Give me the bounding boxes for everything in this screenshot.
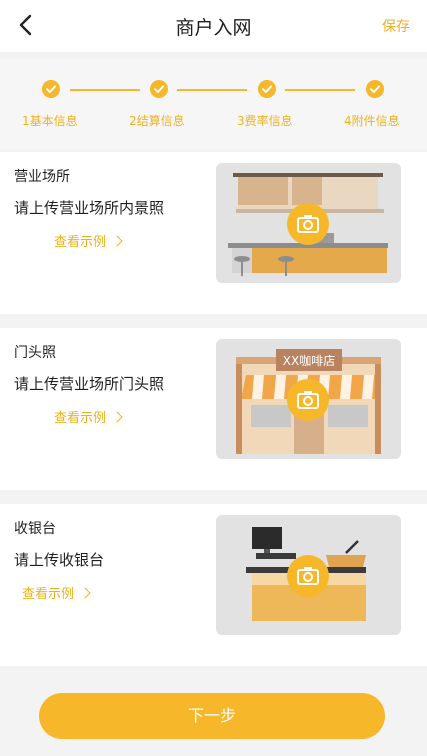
upload-card-interior: 营业场所 请上传营业场所内景照 查看示例 <box>0 152 427 314</box>
chevron-right-icon <box>111 235 123 247</box>
upload-photo-cashier[interactable] <box>216 515 401 635</box>
shop-sign-text: XX咖啡店 <box>283 353 335 368</box>
camera-icon[interactable] <box>287 203 329 245</box>
card-description: 请上传收银台 <box>14 551 105 569</box>
step-1-label: 1基本信息 <box>22 114 78 128</box>
upload-photo-interior[interactable] <box>216 163 401 283</box>
step-connector <box>177 89 247 91</box>
card-title: 营业场所 <box>14 169 70 185</box>
step-4-check-icon <box>366 80 384 98</box>
card-description: 请上传营业场所门头照 <box>14 375 165 393</box>
camera-icon[interactable] <box>287 555 329 597</box>
next-step-button[interactable]: 下一步 <box>39 693 385 739</box>
upload-card-cashier: 收银台 请上传收银台 查看示例 <box>0 504 427 666</box>
view-example-link[interactable]: 查看示例 <box>54 407 123 426</box>
step-2-check-icon <box>150 80 168 98</box>
save-button[interactable]: 保存 <box>382 16 410 36</box>
step-4-label: 4附件信息 <box>344 114 400 128</box>
chevron-right-icon <box>111 411 123 423</box>
card-description: 请上传营业场所内景照 <box>14 199 165 217</box>
view-example-label: 查看示例 <box>54 411 107 426</box>
step-3-check-icon <box>258 80 276 98</box>
nav-bar: 商户入网 保存 <box>0 0 427 52</box>
chevron-right-icon <box>79 587 91 599</box>
card-title: 门头照 <box>14 345 56 361</box>
view-example-label: 查看示例 <box>54 235 107 250</box>
page-title: 商户入网 <box>175 17 252 39</box>
step-3-label: 3费率信息 <box>237 114 293 128</box>
upload-card-storefront: 门头照 请上传营业场所门头照 查看示例 XX咖啡店 <box>0 328 427 490</box>
progress-steps: 1基本信息 2结算信息 3费率信息 4附件信息 <box>0 58 427 150</box>
step-connector <box>285 89 355 91</box>
view-example-link[interactable]: 查看示例 <box>54 231 123 250</box>
view-example-label: 查看示例 <box>22 587 75 602</box>
card-title: 收银台 <box>14 521 56 537</box>
step-1-check-icon <box>42 80 60 98</box>
step-2-label: 2结算信息 <box>129 114 185 128</box>
upload-photo-storefront[interactable]: XX咖啡店 <box>216 339 401 459</box>
step-connector <box>70 89 140 91</box>
view-example-link[interactable]: 查看示例 <box>22 583 91 602</box>
camera-icon[interactable] <box>287 379 329 421</box>
